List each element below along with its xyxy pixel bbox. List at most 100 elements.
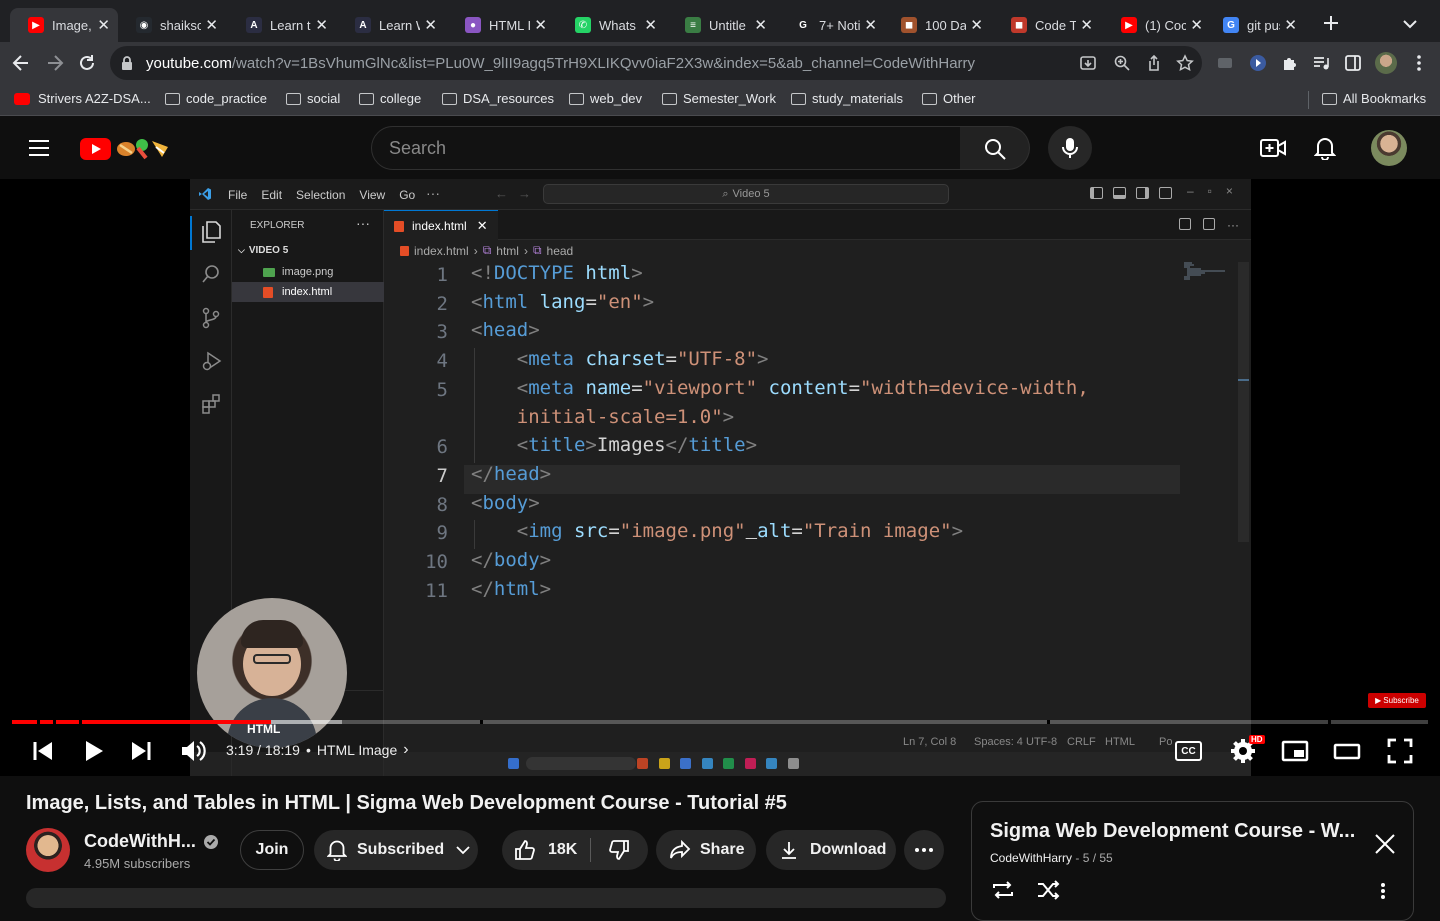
more-vertical-icon[interactable] bbox=[1380, 882, 1386, 900]
youtube-favicon-icon bbox=[14, 92, 30, 105]
close-tab-icon[interactable]: ✕ bbox=[315, 16, 328, 34]
profile-avatar[interactable] bbox=[1375, 52, 1397, 74]
forward-icon[interactable] bbox=[44, 52, 66, 74]
browser-tab[interactable]: Ggit pus✕ bbox=[1205, 8, 1305, 42]
folder-icon bbox=[442, 92, 457, 105]
close-tab-icon[interactable]: ✕ bbox=[970, 16, 983, 34]
dislike-button[interactable] bbox=[591, 830, 647, 870]
time-and-chapter[interactable]: 3:19 / 18:19 • HTML Image › bbox=[226, 741, 409, 759]
folder-video5: ⌵ VIDEO 5 bbox=[238, 245, 289, 256]
browser-tab[interactable]: ● HTML I ✕ bbox=[447, 8, 555, 42]
close-tab-icon[interactable]: ✕ bbox=[1284, 16, 1297, 34]
more-actions-button[interactable] bbox=[904, 830, 944, 870]
browser-tab[interactable]: A Learn W✕ bbox=[337, 8, 445, 42]
youtube-search-button[interactable] bbox=[960, 126, 1030, 170]
youtube-logo[interactable] bbox=[80, 136, 190, 162]
bookmark-folder-web-dev[interactable]: web_dev bbox=[569, 91, 642, 106]
browser-tab[interactable]: ▶ Image, ✕ bbox=[10, 8, 118, 42]
playlist-panel: Sigma Web Development Course - W... Code… bbox=[971, 801, 1414, 921]
close-icon[interactable] bbox=[1374, 833, 1396, 855]
share-button[interactable]: Share bbox=[656, 830, 756, 870]
time-display: 3:19 / 18:19 bbox=[226, 742, 300, 758]
shuffle-icon[interactable] bbox=[1036, 880, 1060, 900]
browser-tab[interactable]: A Learn t ✕ bbox=[228, 8, 336, 42]
join-button[interactable]: Join bbox=[240, 830, 304, 870]
new-tab-icon[interactable] bbox=[1321, 13, 1341, 33]
tab-search-chevron-icon[interactable] bbox=[1400, 14, 1420, 34]
close-tab-icon[interactable]: ✕ bbox=[97, 16, 110, 34]
hamburger-menu-icon[interactable] bbox=[28, 138, 50, 158]
puzzle-icon[interactable] bbox=[1281, 54, 1299, 72]
subscribed-button[interactable]: Subscribed bbox=[314, 830, 478, 870]
close-tab-icon[interactable]: ✕ bbox=[1080, 16, 1093, 34]
close-tab-icon[interactable]: ✕ bbox=[424, 16, 437, 34]
previous-icon[interactable] bbox=[28, 736, 58, 766]
extension-icon[interactable] bbox=[1249, 54, 1267, 72]
account-avatar[interactable] bbox=[1371, 130, 1407, 166]
bookmark-folder-code-practice[interactable]: code_practice bbox=[165, 91, 267, 106]
close-tab-icon[interactable]: ✕ bbox=[644, 16, 657, 34]
browser-tab[interactable]: ◼ 100 Da ✕ bbox=[883, 8, 991, 42]
bookmark-folder-semester-work[interactable]: Semester_Work bbox=[662, 91, 776, 106]
captions-icon[interactable]: CC bbox=[1175, 741, 1202, 761]
browser-tab[interactable]: ◉ shaiksc ✕ bbox=[118, 8, 226, 42]
install-app-icon[interactable] bbox=[1079, 54, 1097, 72]
voice-search-button[interactable] bbox=[1048, 126, 1092, 170]
create-video-icon[interactable] bbox=[1260, 136, 1286, 160]
all-bookmarks-folder[interactable]: All Bookmarks bbox=[1322, 91, 1426, 106]
vscode-editor: index.html ✕ ··· index.html › ⧉ html › ⧉ hea… bbox=[384, 210, 1251, 776]
bookmark-star-icon[interactable] bbox=[1176, 54, 1194, 72]
code-line: <html lang="en"> bbox=[471, 290, 655, 313]
description-box[interactable] bbox=[26, 888, 946, 908]
close-tab-icon[interactable]: ✕ bbox=[205, 16, 218, 34]
notifications-bell-icon[interactable] bbox=[1314, 136, 1336, 160]
miniplayer-icon[interactable] bbox=[1280, 736, 1310, 766]
browser-tab[interactable]: ▶ (1) Coc ✕ bbox=[1103, 8, 1211, 42]
bookmark-folder-dsa-resources[interactable]: DSA_resources bbox=[442, 91, 554, 106]
address-bar[interactable]: youtube.com/watch?v=1BsVhumGlNc&list=PLu… bbox=[110, 46, 1202, 80]
folder-icon bbox=[359, 92, 374, 105]
share-arrow-icon bbox=[670, 840, 691, 859]
close-tab-icon[interactable]: ✕ bbox=[864, 16, 877, 34]
close-tab-icon[interactable]: ✕ bbox=[754, 16, 767, 34]
bookmark-folder-study-materials[interactable]: study_materials bbox=[791, 91, 903, 106]
like-button[interactable]: 18K bbox=[502, 830, 590, 870]
extension-icon[interactable] bbox=[1216, 54, 1234, 72]
back-icon[interactable] bbox=[10, 52, 32, 74]
browser-tab[interactable]: G 7+ Noti ✕ bbox=[777, 8, 885, 42]
browser-tab[interactable]: ✆ Whats ✕ bbox=[557, 8, 665, 42]
youtube-search-input[interactable]: Search bbox=[371, 126, 961, 170]
next-icon[interactable] bbox=[126, 736, 156, 766]
play-icon[interactable] bbox=[78, 736, 108, 766]
bookmark-strivers[interactable]: Strivers A2Z-DSA... bbox=[14, 91, 151, 106]
close-tab-icon[interactable]: ✕ bbox=[1190, 16, 1203, 34]
media-controls-icon[interactable] bbox=[1312, 54, 1330, 72]
verified-check-icon bbox=[203, 834, 218, 849]
site-info-icon[interactable] bbox=[120, 55, 134, 71]
reload-icon[interactable] bbox=[76, 52, 98, 74]
loop-icon[interactable] bbox=[990, 880, 1016, 900]
browser-tab[interactable]: ≡ Untitle ✕ bbox=[667, 8, 775, 42]
volume-icon[interactable] bbox=[178, 736, 208, 766]
close-tab-icon[interactable]: ✕ bbox=[534, 16, 547, 34]
zoom-icon[interactable] bbox=[1113, 54, 1131, 72]
channel-avatar[interactable] bbox=[26, 828, 70, 872]
current-line-highlight bbox=[464, 464, 1180, 494]
element-icon: ⧉ bbox=[532, 243, 542, 257]
playlist-title[interactable]: Sigma Web Development Course - W... bbox=[990, 820, 1355, 843]
code-line: <img src="image.png" alt="Train image"> bbox=[516, 520, 964, 543]
share-page-icon[interactable] bbox=[1145, 54, 1163, 72]
subscribe-watermark[interactable]: ▶ Subscribe bbox=[1368, 693, 1426, 708]
download-button[interactable]: Download bbox=[766, 830, 896, 870]
channel-name[interactable]: CodeWithH... bbox=[84, 831, 218, 852]
side-panel-icon[interactable] bbox=[1344, 54, 1362, 72]
html-file-icon bbox=[394, 220, 404, 232]
fullscreen-icon[interactable] bbox=[1385, 736, 1415, 766]
indent-guide bbox=[474, 520, 475, 549]
bookmark-folder-other[interactable]: Other bbox=[922, 91, 976, 106]
browser-tab[interactable]: ◼ Code T ✕ bbox=[993, 8, 1101, 42]
browser-menu-icon[interactable] bbox=[1412, 54, 1426, 72]
bookmark-folder-social[interactable]: social bbox=[286, 91, 340, 106]
theater-mode-icon[interactable] bbox=[1332, 736, 1362, 766]
bookmark-folder-college[interactable]: college bbox=[359, 91, 421, 106]
